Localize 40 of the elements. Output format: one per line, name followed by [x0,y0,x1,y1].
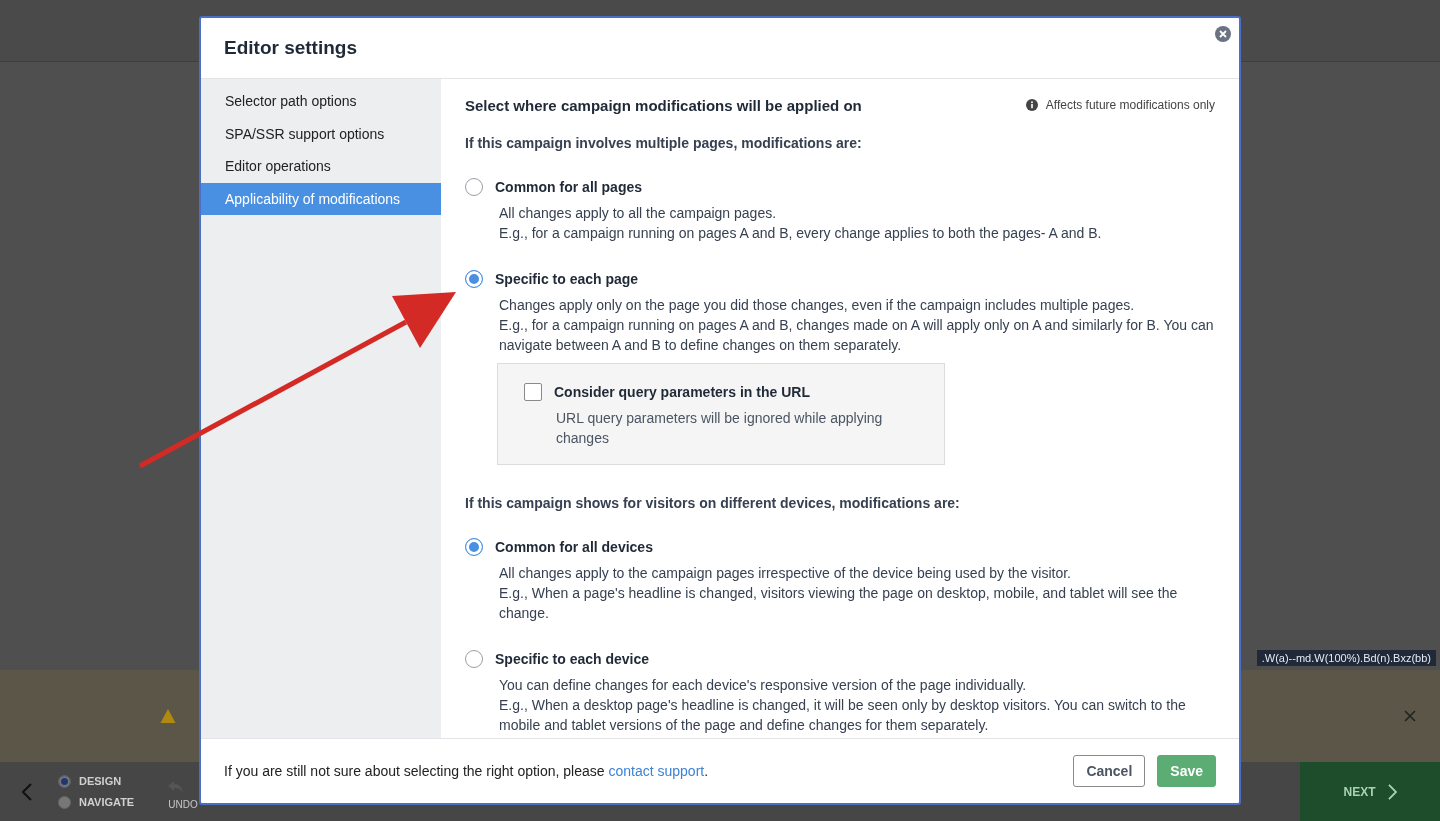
option-label[interactable]: Common for all pages [495,179,643,195]
checkbox-label[interactable]: Consider query parameters in the URL [554,384,810,400]
mode-radio[interactable]: NAVIGATE [58,795,135,809]
cancel-button[interactable]: Cancel [1073,755,1146,787]
radio-button[interactable] [465,650,483,668]
chevron-icon [1387,783,1397,800]
section-heading: Select where campaign modifications will be applied on [465,96,862,114]
sidebar-item[interactable]: Editor operations [201,150,441,183]
close-icon[interactable] [1215,26,1231,42]
option-description: You can define changes for each device's responsive version of the page individually. [499,676,1028,695]
option-description: All changes apply to all the campaign pages. [499,204,778,223]
warning-icon [160,708,176,724]
option-label[interactable]: Common for all devices [495,539,653,555]
question-label: If this campaign involves multiple pages, modifications are: [465,135,863,153]
info-icon [1025,99,1038,111]
close-icon[interactable] [1404,710,1416,722]
question-label: If this campaign shows for visitors on different devices, modifications are: [465,495,961,513]
option-description: Changes apply only on the page you did those changes, even if the campaign includes multiple pages. [499,296,1136,315]
back-icon[interactable] [22,782,32,801]
mode-radio[interactable]: DESIGN [58,774,135,788]
undo-label[interactable]: UNDO [168,799,198,810]
code-tooltip: .W(a)--md.W(100%).Bd(n).Bxz(bb) [1256,650,1436,666]
next-button[interactable]: NEXT [1300,762,1440,821]
info-note: Affects future modifications only [1045,98,1215,112]
option-description: All changes apply to the campaign pages irrespective of the device being used by the visitor. [499,564,1072,583]
option-label[interactable]: Specific to each device [495,651,650,667]
radio-button[interactable] [465,538,483,556]
option-description: E.g., for a campaign running on pages A and B, every change applies to both the pages- A and B. [499,224,1103,243]
checkbox[interactable] [524,383,542,401]
help-text: If you are still not sure about selecting the right option, please contact support. [224,763,709,779]
option-description: E.g., for a campaign running on pages A and B, changes made on A will apply only on A and similarly for B. You can navigate between A and B to define changes on them separately. [499,316,1215,355]
sidebar-item[interactable]: Selector path options [201,85,441,118]
radio-button[interactable] [465,270,483,288]
radio-button[interactable] [465,178,483,196]
option-description: E.g., When a page's headline is changed, visitors viewing the page on desktop, mobile, and tablet will see the change. [499,584,1179,623]
option-label[interactable]: Specific to each page [495,271,639,287]
dialog-title: Editor settings [224,37,357,59]
checkbox-description: URL query parameters will be ignored while applying changes [556,409,884,448]
sidebar-item[interactable]: SPA/SSR support options [201,117,441,150]
option-description: E.g., When a desktop page's headline is changed, it will be seen only by desktop visitors. You can switch to the mobile and tablet versions of the page and define changes for them separately. [499,696,1187,735]
